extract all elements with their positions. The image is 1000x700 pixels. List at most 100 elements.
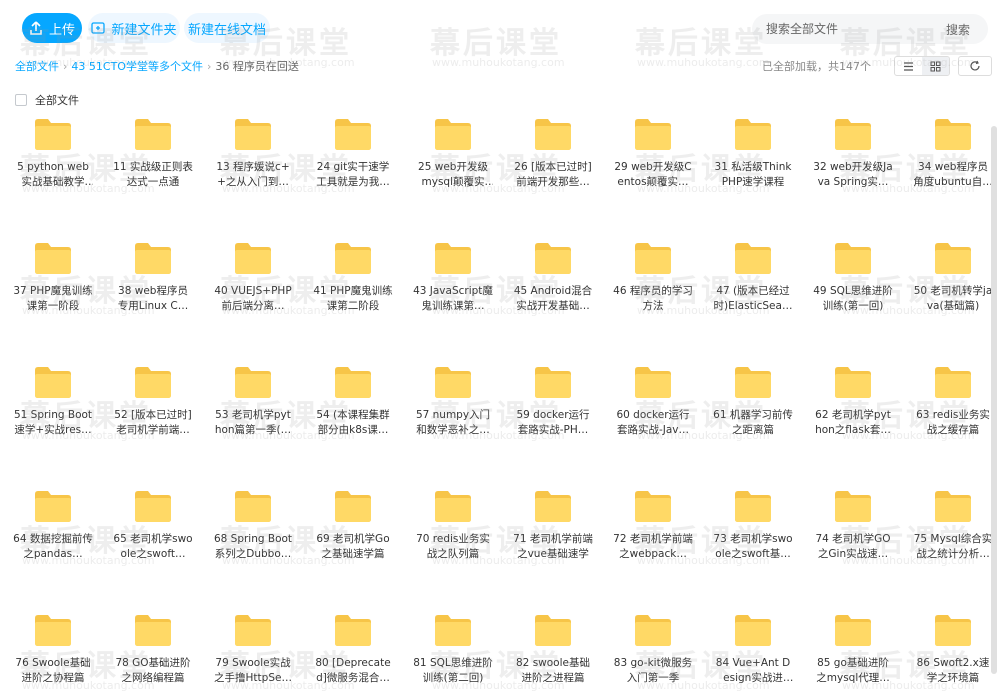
folder-icon	[635, 615, 671, 646]
grid-view-button[interactable]	[922, 57, 949, 75]
folder-item[interactable]: 68 Spring Boot系列之Dubbo…	[203, 484, 303, 608]
folder-item[interactable]: 82 swoole基础进阶之进程篇	[503, 608, 603, 700]
folder-item[interactable]: 34 web程序员角度ubuntu自…	[903, 112, 1000, 236]
select-all-checkbox[interactable]	[15, 94, 27, 106]
folder-item[interactable]: 53 老司机学python篇第一季(…	[203, 360, 303, 484]
folder-name: 43 JavaScript魔鬼训练课第…	[413, 285, 493, 312]
folder-icon	[835, 615, 871, 646]
folder-item[interactable]: 38 web程序员专用Linux C…	[103, 236, 203, 360]
folder-item[interactable]: 52 [版本已过时]老司机学前端…	[103, 360, 203, 484]
folder-item[interactable]: 57 numpy入门和数学恶补之…	[403, 360, 503, 484]
folder-item[interactable]: 51 Spring Boot速学+实战res…	[3, 360, 103, 484]
folder-icon	[35, 491, 71, 522]
folder-item[interactable]: 43 JavaScript魔鬼训练课第…	[403, 236, 503, 360]
folder-item[interactable]: 86 Swoft2.x速学之环境篇	[903, 608, 1000, 700]
folder-item[interactable]: 37 PHP魔鬼训练课第一阶段	[3, 236, 103, 360]
refresh-icon	[970, 60, 980, 71]
folder-item[interactable]: 31 私活级ThinkPHP速学课程	[703, 112, 803, 236]
folder-item[interactable]: 71 老司机学前端之vue基础速学	[503, 484, 603, 608]
folder-item[interactable]: 76 Swoole基础进阶之协程篇	[3, 608, 103, 700]
list-view-icon	[904, 61, 913, 71]
folder-name: 85 go基础进阶之mysql代理…	[816, 657, 890, 684]
folder-name: 38 web程序员专用Linux C…	[117, 285, 189, 312]
folder-item[interactable]: 50 老司机转学java(基础篇)	[903, 236, 1000, 360]
folder-item[interactable]: 40 VUEJS+PHP前后端分离…	[203, 236, 303, 360]
folder-item[interactable]: 61 机器学习前传之距离篇	[703, 360, 803, 484]
folder-item[interactable]: 72 老司机学前端之webpack…	[603, 484, 703, 608]
upload-button[interactable]: 上传	[22, 13, 82, 43]
folder-icon	[635, 491, 671, 522]
folder-item[interactable]: 69 老司机学Go之基础速学篇	[303, 484, 403, 608]
folder-icon	[735, 367, 771, 398]
folder-icon	[235, 367, 271, 398]
folder-name: 61 机器学习前传之距离篇	[713, 409, 793, 436]
folder-item[interactable]: 13 程序媛说c++之从入门到…	[203, 112, 303, 236]
new-online-doc-label: 新建在线文档	[187, 21, 266, 37]
search-button[interactable]: 搜索	[932, 17, 984, 41]
folder-item[interactable]: 64 数据挖掘前传之pandas…	[3, 484, 103, 608]
list-view-button[interactable]	[895, 57, 922, 75]
refresh-button[interactable]	[958, 56, 992, 76]
folder-item[interactable]: 26 [版本已过时]前端开发那些…	[503, 112, 603, 236]
folder-icon	[935, 615, 971, 646]
folder-name: 37 PHP魔鬼训练课第一阶段	[13, 285, 93, 312]
folder-name: 84 Vue+Ant Design实战进阶…	[715, 657, 791, 684]
folder-item[interactable]: 11 实战级正则表达式一点通	[103, 112, 203, 236]
folder-name: 70 redis业务实战之队列篇	[416, 533, 490, 560]
folder-item[interactable]: 47 (版本已经过时)ElasticSea…	[703, 236, 803, 360]
breadcrumb-parent[interactable]: 43 51CTO学堂等多个文件	[71, 58, 203, 74]
folder-item[interactable]: 80 [Deprecated]微服务混合…	[303, 608, 403, 700]
folder-item[interactable]: 49 SQL思维进阶训练(第一回)	[803, 236, 903, 360]
folder-item[interactable]: 75 Mysql综合实战之统计分析…	[903, 484, 1000, 608]
breadcrumb-root[interactable]: 全部文件	[15, 58, 59, 74]
folder-item[interactable]: 59 docker运行套路实战-PH…	[503, 360, 603, 484]
view-toggle	[894, 56, 950, 76]
folder-item[interactable]: 54 (本课程集群部分由k8s课…	[303, 360, 403, 484]
folder-item[interactable]: 84 Vue+Ant Design实战进阶…	[703, 608, 803, 700]
folder-name: 11 实战级正则表达式一点通	[113, 161, 193, 188]
folder-icon	[135, 615, 171, 646]
search-input[interactable]	[766, 19, 936, 39]
folder-icon	[835, 491, 871, 522]
folder-item[interactable]: 83 go-kit微服务入门第一季	[603, 608, 703, 700]
folder-item[interactable]: 45 Android混合实战开发基础…	[503, 236, 603, 360]
folder-item[interactable]: 73 老司机学swoole之swoft基…	[703, 484, 803, 608]
folder-icon	[835, 119, 871, 150]
folder-name: 81 SQL思维进阶训练(第二回)	[413, 657, 493, 684]
folder-item[interactable]: 85 go基础进阶之mysql代理…	[803, 608, 903, 700]
folder-icon	[935, 491, 971, 522]
folder-item[interactable]: 29 web开发级Centos颠覆实…	[603, 112, 703, 236]
folder-name: 64 数据挖掘前传之pandas…	[13, 533, 93, 560]
folder-name: 76 Swoole基础进阶之协程篇	[15, 657, 91, 684]
folder-icon	[435, 615, 471, 646]
folder-item[interactable]: 46 程序员的学习方法	[603, 236, 703, 360]
folder-name: 71 老司机学前端之vue基础速学	[513, 533, 593, 560]
folder-name: 32 web开发级Java Spring实…	[813, 161, 893, 188]
select-all-row: 全部文件	[15, 92, 79, 108]
folder-item[interactable]: 79 Swoole实战之手撸HttpSe…	[203, 608, 303, 700]
folder-item[interactable]: 25 web开发级mysql颠覆实战…	[403, 112, 503, 236]
folder-item[interactable]: 81 SQL思维进阶训练(第二回)	[403, 608, 503, 700]
folder-item[interactable]: 5 python web实战基础教学第…	[3, 112, 103, 236]
folder-name: 45 Android混合实战开发基础…	[513, 285, 593, 312]
new-folder-button[interactable]: 新建文件夹	[88, 13, 180, 43]
folder-item[interactable]: 32 web开发级Java Spring实…	[803, 112, 903, 236]
folder-item[interactable]: 70 redis业务实战之队列篇	[403, 484, 503, 608]
folder-item[interactable]: 63 redis业务实战之缓存篇	[903, 360, 1000, 484]
folder-icon	[335, 119, 371, 150]
folder-icon	[535, 119, 571, 150]
folder-item[interactable]: 41 PHP魔鬼训练课第二阶段	[303, 236, 403, 360]
folder-name: 54 (本课程集群部分由k8s课…	[316, 409, 390, 436]
folder-name: 79 Swoole实战之手撸HttpSe…	[214, 657, 292, 684]
folder-item[interactable]: 24 git实干速学工具就是为我…	[303, 112, 403, 236]
folder-icon	[735, 491, 771, 522]
folder-item[interactable]: 65 老司机学swoole之swoft…	[103, 484, 203, 608]
scrollbar[interactable]	[991, 126, 997, 674]
folder-icon	[535, 243, 571, 274]
new-online-doc-button[interactable]: 新建在线文档	[184, 13, 270, 43]
folder-item[interactable]: 60 docker运行套路实战-Jav…	[603, 360, 703, 484]
folder-item[interactable]: 62 老司机学python之flask套…	[803, 360, 903, 484]
folder-icon	[135, 119, 171, 150]
folder-item[interactable]: 78 GO基础进阶之网络编程篇	[103, 608, 203, 700]
folder-item[interactable]: 74 老司机学GO之Gin实战速…	[803, 484, 903, 608]
